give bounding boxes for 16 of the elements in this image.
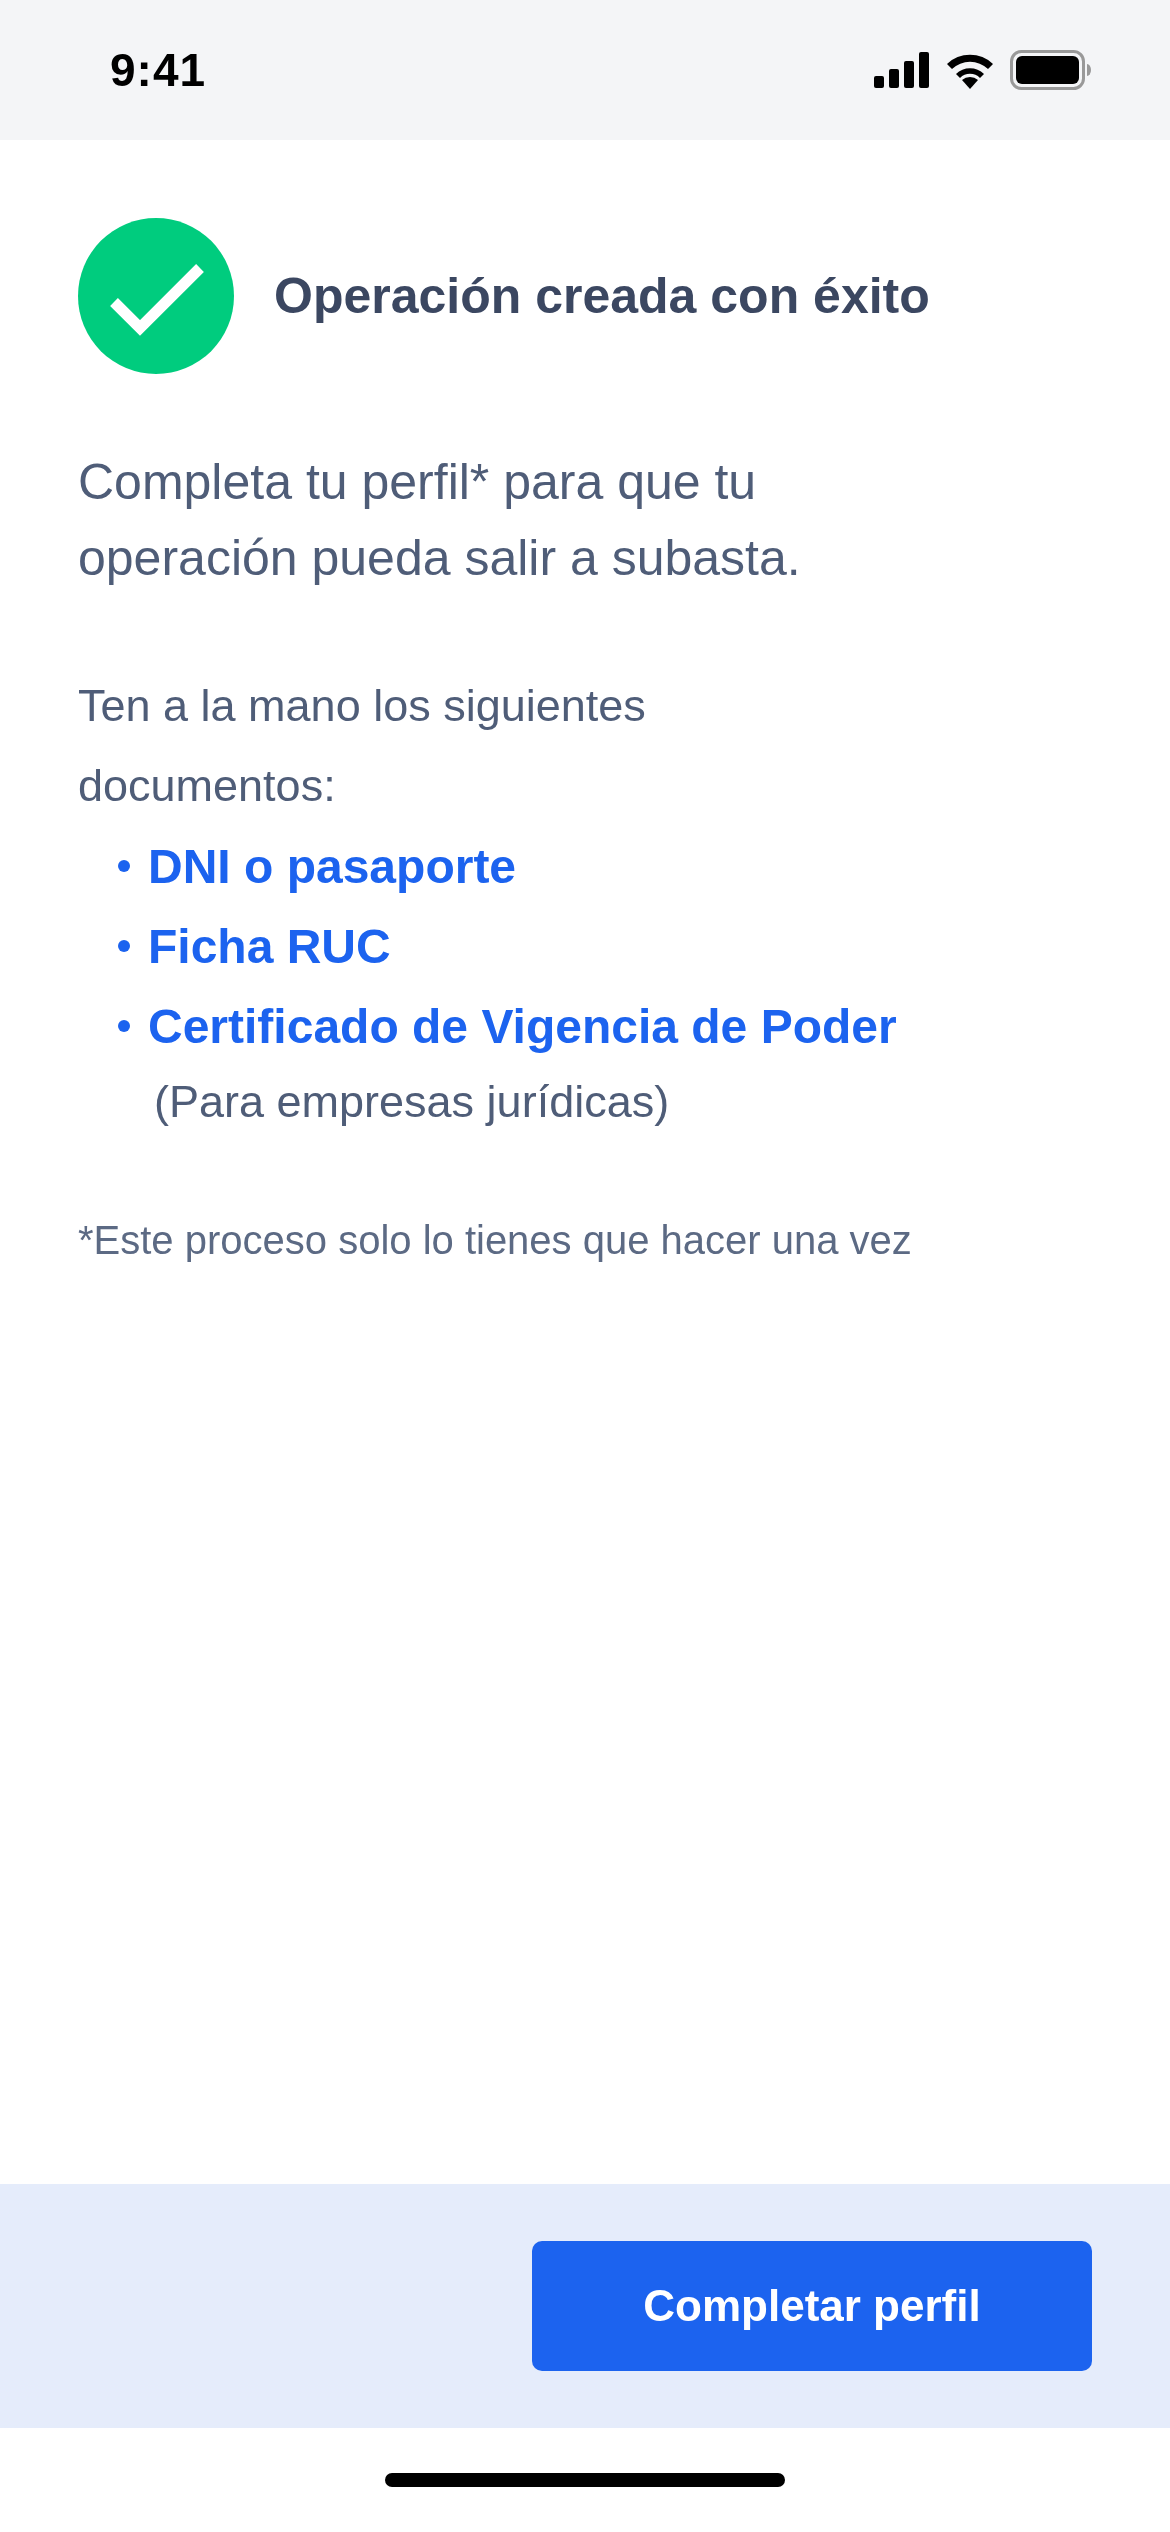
bullet-icon [118,860,130,872]
document-item: Ficha RUC [148,918,391,974]
signal-icon [874,52,930,88]
documents-lead: Ten a la mano los siguientes documentos: [78,679,647,813]
check-icon [78,218,234,374]
bullet-icon [118,940,130,952]
clock-time: 9:41 [110,43,207,97]
document-note: (Para empresas jurídicas) [154,1075,671,1129]
success-title: Operación creada con éxito [274,267,930,325]
battery-icon [1010,50,1092,90]
bullet-icon [118,1020,130,1032]
footnote-text: *Este proceso solo lo tienes que hacer una vez [78,1218,913,1263]
document-item: Certificado de Vigencia de Poder [148,998,897,1054]
complete-profile-button[interactable]: Completar perfil [532,2241,1092,2371]
intro-text: Completa tu perfil* para que tu operación pueda salir a subasta. [78,453,802,588]
document-item: DNI o pasaporte [148,838,517,894]
